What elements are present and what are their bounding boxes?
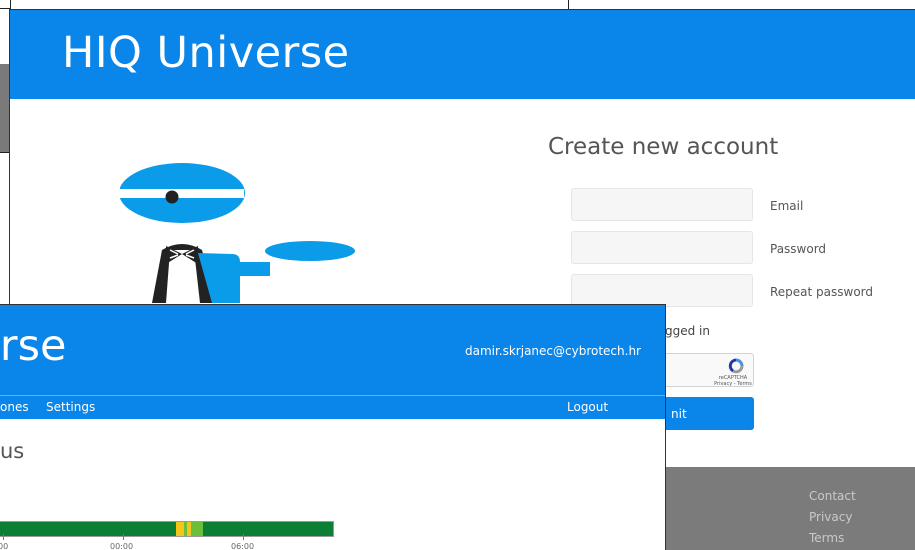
password-label: Password	[770, 242, 827, 256]
signup-header: HIQ Universe	[10, 10, 915, 99]
app-title: HIQ Universe	[62, 28, 350, 78]
dashboard-header: verse damir.skrjanec@cybrotech.hr	[0, 305, 665, 395]
nav-item-zones[interactable]: ones	[0, 400, 29, 414]
timeline-segment-light	[191, 522, 203, 536]
dashboard-nav: ones Settings Logout	[0, 395, 665, 419]
dashboard-app-title: verse	[0, 321, 67, 371]
email-field[interactable]	[571, 188, 753, 221]
dashboard-section-heading: us	[0, 439, 25, 463]
repeat-password-field[interactable]	[571, 274, 753, 307]
dashboard-window: verse damir.skrjanec@cybrotech.hr ones S…	[0, 304, 666, 550]
email-label: Email	[770, 199, 804, 213]
recaptcha-widget[interactable]: reCAPTCHA Privacy - Terms	[665, 353, 754, 387]
nav-item-settings[interactable]: Settings	[46, 400, 95, 414]
footer-link-terms[interactable]: Terms	[809, 531, 844, 545]
waiter-illustration	[120, 163, 355, 303]
status-timeline[interactable]	[0, 521, 334, 537]
timeline-tick	[243, 534, 244, 540]
footer-link-contact[interactable]: Contact	[809, 489, 856, 503]
timeline-tick	[3, 534, 4, 540]
logout-link[interactable]: Logout	[567, 400, 608, 414]
recaptcha-links[interactable]: Privacy - Terms	[713, 381, 753, 387]
signup-footer: Contact Privacy Terms	[660, 467, 915, 550]
recaptcha-icon	[728, 358, 744, 374]
timeline-tick	[123, 534, 124, 540]
user-email[interactable]: damir.skrjanec@cybrotech.hr	[465, 344, 641, 358]
submit-button[interactable]: nit	[665, 397, 754, 430]
repeat-password-label: Repeat password	[770, 285, 874, 299]
timeline-segment-warning	[176, 522, 184, 536]
footer-link-privacy[interactable]: Privacy	[809, 510, 852, 524]
keep-logged-in-label: gged in	[665, 324, 710, 338]
password-field[interactable]	[571, 231, 753, 264]
background-window-topright	[568, 0, 915, 9]
form-heading: Create new account	[548, 134, 779, 160]
